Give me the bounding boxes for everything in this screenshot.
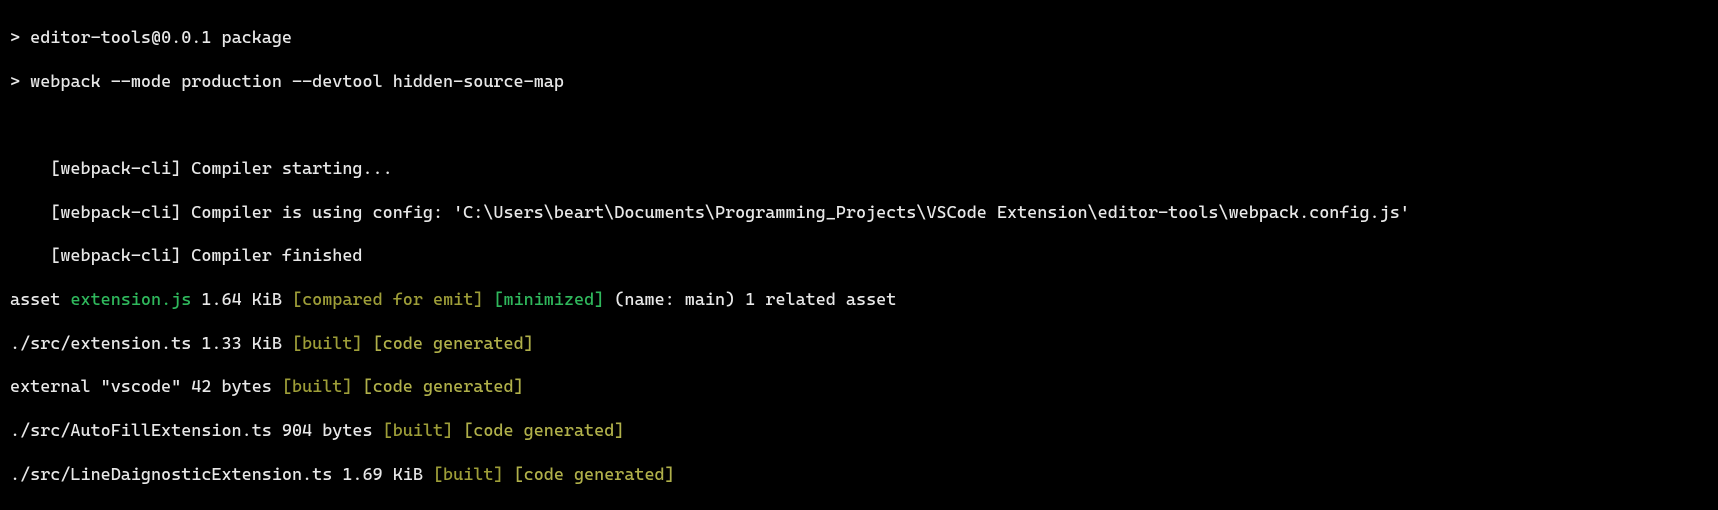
asset-minimized-badge: [minimized] bbox=[493, 290, 604, 310]
build-path: external "vscode" bbox=[10, 377, 181, 397]
build-size: 1.33 KiB bbox=[191, 334, 292, 354]
prompt-caret: > bbox=[10, 28, 30, 48]
build-path: ./src/AutoFillExtension.ts bbox=[10, 421, 272, 441]
asset-line: asset extension.js 1.64 KiB [compared fo… bbox=[10, 290, 1708, 312]
npm-script-line: > editor-tools@0.0.1 package bbox=[10, 28, 1708, 50]
asset-tail: (name: main) 1 related asset bbox=[604, 290, 896, 310]
asset-label: asset bbox=[10, 290, 70, 310]
npm-script-text: editor-tools@0.0.1 package bbox=[30, 28, 292, 48]
built-badge: [built] bbox=[383, 421, 454, 441]
built-badge: [built] bbox=[292, 334, 363, 354]
build-path: ./src/LineDaignosticExtension.ts bbox=[10, 465, 332, 485]
build-line: ./src/LineDaignosticExtension.ts 1.69 Ki… bbox=[10, 465, 1708, 487]
webpack-cli-line: [webpack-cli] Compiler is using config: … bbox=[10, 203, 1708, 225]
build-size: 1.69 KiB bbox=[332, 465, 433, 485]
build-path: ./src/extension.ts bbox=[10, 334, 191, 354]
asset-compared-badge: [compared for emit] bbox=[292, 290, 483, 310]
webpack-cli-line: [webpack-cli] Compiler finished bbox=[10, 246, 1708, 268]
code-generated-badge: [code generated] bbox=[463, 421, 624, 441]
blank-line bbox=[10, 115, 1708, 137]
code-generated-badge: [code generated] bbox=[363, 377, 524, 397]
prompt-caret: > bbox=[10, 72, 30, 92]
build-line: external "vscode" 42 bytes [built] [code… bbox=[10, 377, 1708, 399]
code-generated-badge: [code generated] bbox=[373, 334, 534, 354]
built-badge: [built] bbox=[433, 465, 504, 485]
built-badge: [built] bbox=[282, 377, 353, 397]
code-generated-badge: [code generated] bbox=[514, 465, 675, 485]
terminal-output[interactable]: > editor-tools@0.0.1 package > webpack -… bbox=[0, 0, 1718, 510]
build-size: 42 bytes bbox=[181, 377, 282, 397]
webpack-command-text: webpack --mode production --devtool hidd… bbox=[30, 72, 564, 92]
asset-size: 1.64 KiB bbox=[191, 290, 292, 310]
webpack-command-line: > webpack --mode production --devtool hi… bbox=[10, 72, 1708, 94]
build-size: 904 bytes bbox=[272, 421, 383, 441]
asset-filename: extension.js bbox=[70, 290, 191, 310]
build-line: ./src/AutoFillExtension.ts 904 bytes [bu… bbox=[10, 421, 1708, 443]
webpack-cli-line: [webpack-cli] Compiler starting... bbox=[10, 159, 1708, 181]
build-line: ./src/extension.ts 1.33 KiB [built] [cod… bbox=[10, 334, 1708, 356]
